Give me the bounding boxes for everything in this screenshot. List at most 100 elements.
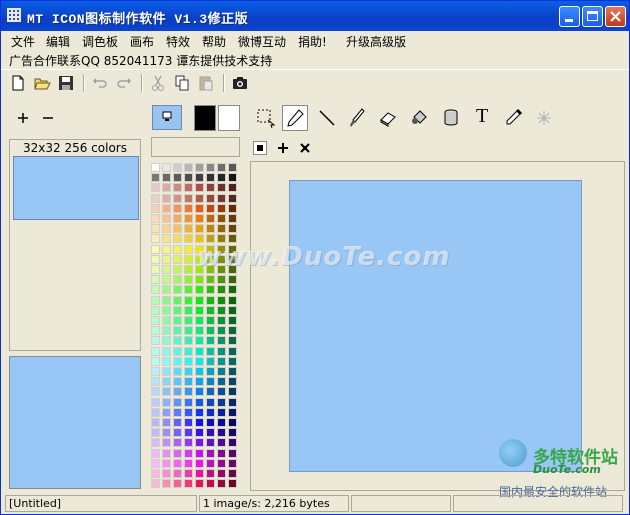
menu-donate[interactable]: 捐助! bbox=[298, 33, 327, 50]
palette-swatch[interactable] bbox=[195, 193, 204, 203]
palette-swatch[interactable] bbox=[217, 214, 226, 223]
palette-swatch[interactable] bbox=[162, 173, 171, 183]
palette-swatch[interactable] bbox=[195, 203, 204, 213]
palette-swatch[interactable] bbox=[151, 397, 160, 407]
palette-swatch[interactable] bbox=[162, 193, 171, 203]
palette-swatch[interactable] bbox=[195, 418, 204, 427]
palette-swatch[interactable] bbox=[195, 387, 204, 397]
palette-swatch[interactable] bbox=[184, 244, 193, 254]
palette-swatch[interactable] bbox=[217, 285, 226, 295]
palette-swatch[interactable] bbox=[217, 224, 226, 234]
palette-swatch[interactable] bbox=[151, 407, 160, 417]
palette-swatch[interactable] bbox=[184, 469, 193, 478]
palette-swatch[interactable] bbox=[217, 469, 226, 478]
palette-swatch[interactable] bbox=[173, 193, 182, 203]
palette-swatch[interactable] bbox=[151, 326, 160, 336]
palette-swatch[interactable] bbox=[217, 316, 226, 325]
palette-swatch[interactable] bbox=[173, 448, 182, 458]
palette-swatch[interactable] bbox=[173, 254, 182, 264]
palette-swatch[interactable] bbox=[162, 367, 171, 376]
palette-swatch[interactable] bbox=[184, 346, 193, 356]
palette-swatch[interactable] bbox=[184, 428, 193, 438]
palette-swatch[interactable] bbox=[173, 173, 182, 183]
image-thumbnail[interactable] bbox=[13, 156, 139, 220]
palette-swatch[interactable] bbox=[195, 173, 204, 183]
palette-swatch[interactable] bbox=[151, 305, 160, 315]
palette-swatch[interactable] bbox=[173, 377, 182, 387]
palette-swatch[interactable] bbox=[184, 193, 193, 203]
pen-size-2[interactable] bbox=[276, 141, 290, 155]
palette-swatch[interactable] bbox=[162, 397, 171, 407]
palette-swatch[interactable] bbox=[162, 418, 171, 427]
text-tool[interactable]: T bbox=[470, 105, 496, 131]
palette-swatch[interactable] bbox=[184, 397, 193, 407]
bucket-tool[interactable] bbox=[438, 105, 464, 131]
palette-swatch[interactable] bbox=[217, 305, 226, 315]
palette-swatch[interactable] bbox=[206, 438, 215, 448]
palette-swatch[interactable] bbox=[195, 356, 204, 366]
palette-swatch[interactable] bbox=[151, 265, 160, 274]
palette-swatch[interactable] bbox=[206, 387, 215, 397]
palette-swatch[interactable] bbox=[162, 244, 171, 254]
palette-swatch[interactable] bbox=[173, 367, 182, 376]
palette-swatch[interactable] bbox=[206, 163, 215, 172]
palette-swatch[interactable] bbox=[184, 203, 193, 213]
palette-swatch[interactable] bbox=[206, 183, 215, 193]
palette-swatch[interactable] bbox=[151, 346, 160, 356]
palette-swatch[interactable] bbox=[151, 224, 160, 234]
palette-swatch[interactable] bbox=[217, 479, 226, 489]
palette-swatch[interactable] bbox=[173, 428, 182, 438]
palette-swatch[interactable] bbox=[151, 367, 160, 376]
palette-swatch[interactable] bbox=[217, 356, 226, 366]
palette-swatch[interactable] bbox=[228, 377, 237, 387]
palette-swatch[interactable] bbox=[228, 173, 237, 183]
add-image-icon[interactable] bbox=[16, 111, 30, 125]
palette-swatch[interactable] bbox=[228, 356, 237, 366]
palette-swatch[interactable] bbox=[228, 214, 237, 223]
palette-swatch[interactable] bbox=[217, 367, 226, 376]
palette-swatch[interactable] bbox=[184, 214, 193, 223]
palette-swatch[interactable] bbox=[184, 234, 193, 244]
palette-swatch[interactable] bbox=[184, 275, 193, 285]
palette-swatch[interactable] bbox=[206, 224, 215, 234]
palette-swatch[interactable] bbox=[162, 163, 171, 172]
palette-swatch[interactable] bbox=[206, 397, 215, 407]
palette-swatch[interactable] bbox=[228, 203, 237, 213]
menu-file[interactable]: 文件 bbox=[11, 33, 35, 50]
palette-swatch[interactable] bbox=[228, 387, 237, 397]
palette-swatch[interactable] bbox=[217, 428, 226, 438]
eyedropper-tool[interactable] bbox=[500, 105, 526, 131]
palette-swatch[interactable] bbox=[195, 377, 204, 387]
menu-weibo[interactable]: 微博互动 bbox=[238, 33, 286, 50]
line-tool[interactable] bbox=[314, 105, 340, 131]
palette-swatch[interactable] bbox=[162, 479, 171, 489]
palette-swatch[interactable] bbox=[151, 469, 160, 478]
palette-swatch[interactable] bbox=[151, 418, 160, 427]
palette-swatch[interactable] bbox=[151, 479, 160, 489]
palette-swatch[interactable] bbox=[195, 305, 204, 315]
palette-swatch[interactable] bbox=[173, 285, 182, 295]
palette-swatch[interactable] bbox=[151, 275, 160, 285]
palette-swatch[interactable] bbox=[162, 214, 171, 223]
palette-swatch[interactable] bbox=[217, 193, 226, 203]
palette-swatch[interactable] bbox=[206, 173, 215, 183]
palette-swatch[interactable] bbox=[162, 356, 171, 366]
fill-tool[interactable] bbox=[406, 105, 432, 131]
palette-swatch[interactable] bbox=[228, 418, 237, 427]
pen-size-3[interactable] bbox=[298, 141, 312, 155]
copy-icon[interactable] bbox=[173, 74, 191, 92]
palette-swatch[interactable] bbox=[217, 295, 226, 305]
palette-swatch[interactable] bbox=[162, 346, 171, 356]
palette-swatch[interactable] bbox=[228, 469, 237, 478]
palette-swatch[interactable] bbox=[206, 367, 215, 376]
palette-swatch[interactable] bbox=[184, 458, 193, 468]
palette-swatch[interactable] bbox=[162, 265, 171, 274]
palette-swatch[interactable] bbox=[162, 285, 171, 295]
palette-swatch[interactable] bbox=[184, 336, 193, 346]
palette-swatch[interactable] bbox=[184, 387, 193, 397]
palette-swatch[interactable] bbox=[217, 173, 226, 183]
palette-swatch[interactable] bbox=[228, 458, 237, 468]
pen-size-1[interactable] bbox=[253, 141, 267, 155]
palette-swatch[interactable] bbox=[151, 203, 160, 213]
palette-swatch[interactable] bbox=[184, 407, 193, 417]
